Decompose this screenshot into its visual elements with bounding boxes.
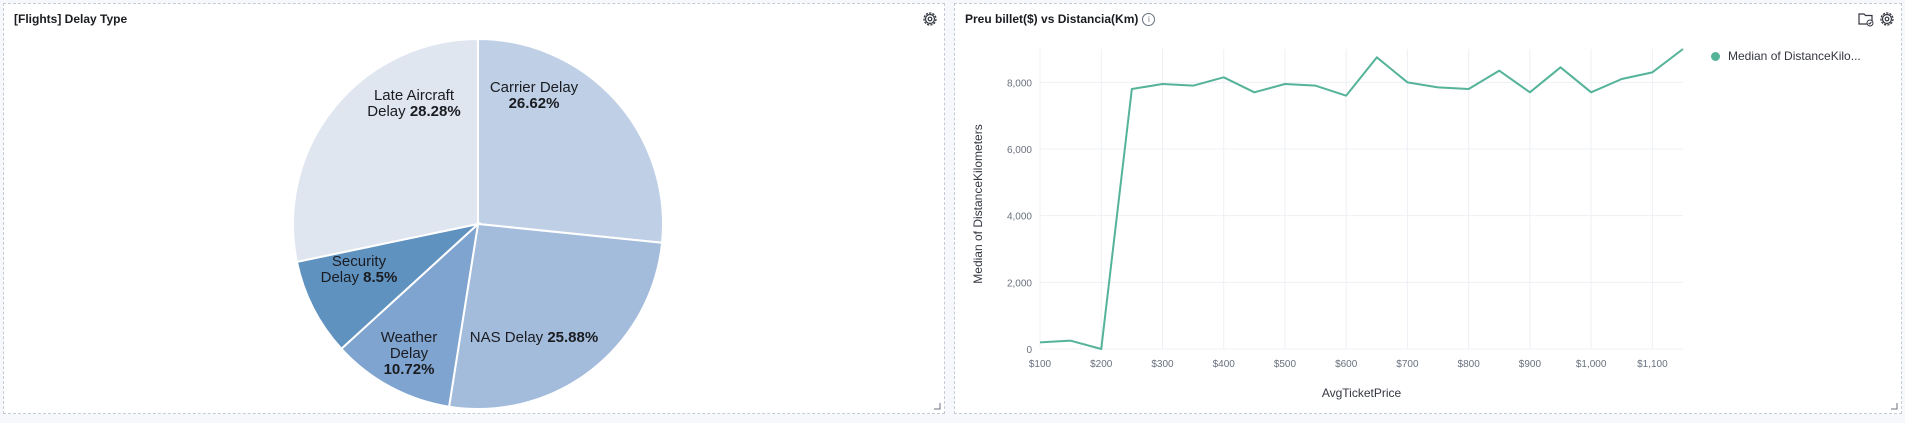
y-axis-title: Median of DistanceKilometers [971,124,985,283]
legend-label: Median of DistanceKilo... [1728,49,1861,63]
pie-slice-late-aircraft-delay[interactable] [292,37,479,264]
x-tick-label: $500 [1274,359,1297,370]
x-tick-label: $600 [1335,359,1358,370]
x-tick-label: $100 [1029,359,1052,370]
delay-type-pie-chart: Carrier Delay 26.62%NAS Delay 25.88%Weath… [292,37,664,410]
x-tick-label: $1,000 [1576,359,1607,370]
pie-label-late-aircraft-delay: Late Aircraft Delay 28.28% [367,87,460,120]
x-tick-label: $800 [1458,359,1481,370]
x-tick-label: $900 [1519,359,1542,370]
x-tick-label: $200 [1090,359,1113,370]
legend-color-swatch [1711,51,1720,61]
pie-slice-carrier-delay[interactable] [477,37,664,244]
y-tick-label: 2,000 [1007,278,1032,289]
delay-type-panel: [Flights] Delay Type Carrier Delay 26.62%… [3,3,945,414]
x-axis-title: AvgTicketPrice [1322,386,1402,400]
distance-line-chart: $100 $200 $300 $400 $500 $600 $700 $800 $900 $1,0… [971,48,1684,400]
x-tick-label: $700 [1396,359,1419,370]
line-series[interactable] [1039,48,1684,350]
pie-slice-nas-delay[interactable] [447,222,664,410]
y-tick-label: 8,000 [1007,78,1032,89]
resize-handle-icon[interactable] [1890,402,1898,410]
y-tick-label: 6,000 [1007,145,1032,156]
x-tick-label: $300 [1151,359,1174,370]
y-tick-label: 4,000 [1007,212,1032,223]
pie-label-security-delay: Security Delay 8.5% [321,253,398,286]
resize-handle-icon[interactable] [933,402,941,410]
x-tick-label: $1,100 [1637,359,1668,370]
price-vs-distance-panel: Preu billet($) vs Distancia(Km) i $100 $2… [954,3,1902,414]
pie-label-nas-delay: NAS Delay 25.88% [470,329,598,346]
y-tick-label: 0 [1026,345,1032,356]
legend-item[interactable]: Median of DistanceKilo... [1711,49,1861,63]
x-tick-label: $400 [1213,359,1236,370]
